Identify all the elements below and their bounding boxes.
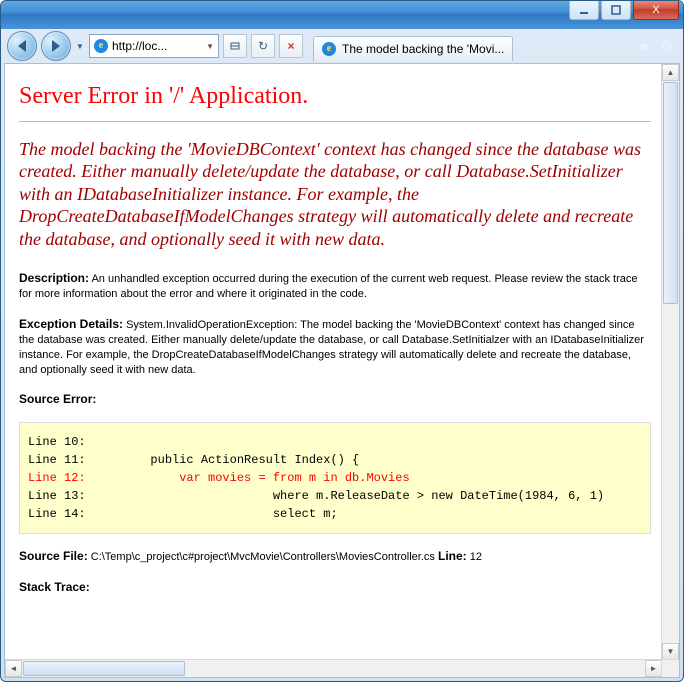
favorites-button[interactable]: ★ [638, 38, 651, 55]
tab-title: The model backing the 'Movi... [342, 42, 504, 56]
nav-forward-button[interactable] [41, 31, 71, 61]
source-file-value: C:\Temp\c_project\c#project\MvcMovie\Con… [88, 551, 435, 563]
minimize-icon [579, 5, 589, 15]
stop-button[interactable]: × [279, 34, 303, 58]
refresh-button[interactable]: ↻ [251, 34, 275, 58]
exception-details: Exception Details: System.InvalidOperati… [19, 316, 651, 377]
vscroll-track[interactable] [662, 305, 679, 643]
exception-label: Exception Details: [19, 317, 123, 331]
code-line-14: Line 14: select m; [28, 507, 338, 521]
code-line-13: Line 13: where m.ReleaseDate > new DateT… [28, 489, 604, 503]
nav-back-button[interactable] [7, 31, 37, 61]
source-file-label: Source File: [19, 549, 88, 563]
maximize-icon [611, 5, 621, 15]
arrow-left-icon [18, 40, 26, 52]
code-line-10: Line 10: [28, 435, 86, 449]
code-line-11: Line 11: public ActionResult Index() { [28, 453, 359, 467]
vertical-scrollbar[interactable]: ▲ ▼ [661, 64, 679, 660]
compat-view-button[interactable] [223, 34, 247, 58]
window-titlebar: X [1, 1, 683, 29]
scroll-down-button[interactable]: ▼ [662, 643, 679, 660]
error-description: Description: An unhandled exception occu… [19, 270, 651, 302]
stack-trace-label: Stack Trace: [19, 580, 90, 594]
address-url-text: http://loc... [112, 39, 167, 53]
line-value: 12 [467, 551, 482, 563]
arrow-right-icon [52, 40, 60, 52]
window-close-button[interactable]: X [633, 1, 679, 20]
divider [19, 121, 651, 122]
refresh-icon: ↻ [258, 39, 268, 53]
browser-tab[interactable]: e The model backing the 'Movi... [313, 36, 513, 61]
horizontal-scrollbar[interactable]: ◄ ► [5, 659, 662, 677]
code-line-12-highlight: Line 12: var movies = from m in db.Movie… [28, 471, 410, 485]
browser-toolbar: ▼ e http://loc... ▼ ↻ × e The model back… [1, 29, 683, 63]
close-icon: X [652, 4, 659, 16]
window-minimize-button[interactable] [569, 1, 599, 20]
hscroll-track[interactable] [186, 660, 645, 677]
scroll-up-button[interactable]: ▲ [662, 64, 679, 81]
window-maximize-button[interactable] [601, 1, 631, 20]
hscroll-thumb[interactable] [23, 661, 185, 676]
scroll-left-button[interactable]: ◄ [5, 660, 22, 677]
description-text: An unhandled exception occurred during t… [19, 273, 638, 300]
home-button[interactable]: ⌂ [619, 38, 627, 55]
error-heading: Server Error in '/' Application. [19, 82, 651, 111]
source-code-box: Line 10: Line 11: public ActionResult In… [19, 422, 651, 534]
error-summary: The model backing the 'MovieDBContext' c… [19, 138, 651, 251]
description-label: Description: [19, 271, 89, 285]
address-dropdown-icon[interactable]: ▼ [206, 42, 214, 51]
tab-favicon-icon: e [322, 42, 336, 56]
command-bar: ⌂ ★ ⚙ [619, 38, 677, 55]
compat-icon [229, 40, 241, 52]
scroll-corner [661, 659, 679, 677]
content-frame: Server Error in '/' Application. The mod… [4, 63, 680, 678]
source-file-line: Source File: C:\Temp\c_project\c#project… [19, 548, 651, 565]
line-label: Line: [438, 549, 467, 563]
scroll-right-button[interactable]: ► [645, 660, 662, 677]
ie-favicon-icon: e [94, 39, 108, 53]
stop-icon: × [287, 39, 294, 53]
vscroll-thumb[interactable] [663, 82, 678, 304]
browser-window: X ▼ e http://loc... ▼ ↻ × e The model ba… [0, 0, 684, 682]
stack-trace-heading: Stack Trace: [19, 579, 651, 596]
source-error-heading: Source Error: [19, 391, 651, 408]
nav-history-dropdown[interactable]: ▼ [75, 35, 85, 57]
tools-button[interactable]: ⚙ [660, 38, 673, 55]
page-viewport: Server Error in '/' Application. The mod… [5, 64, 679, 677]
error-page: Server Error in '/' Application. The mod… [5, 64, 665, 620]
source-error-label: Source Error: [19, 392, 96, 406]
address-bar[interactable]: e http://loc... ▼ [89, 34, 219, 58]
